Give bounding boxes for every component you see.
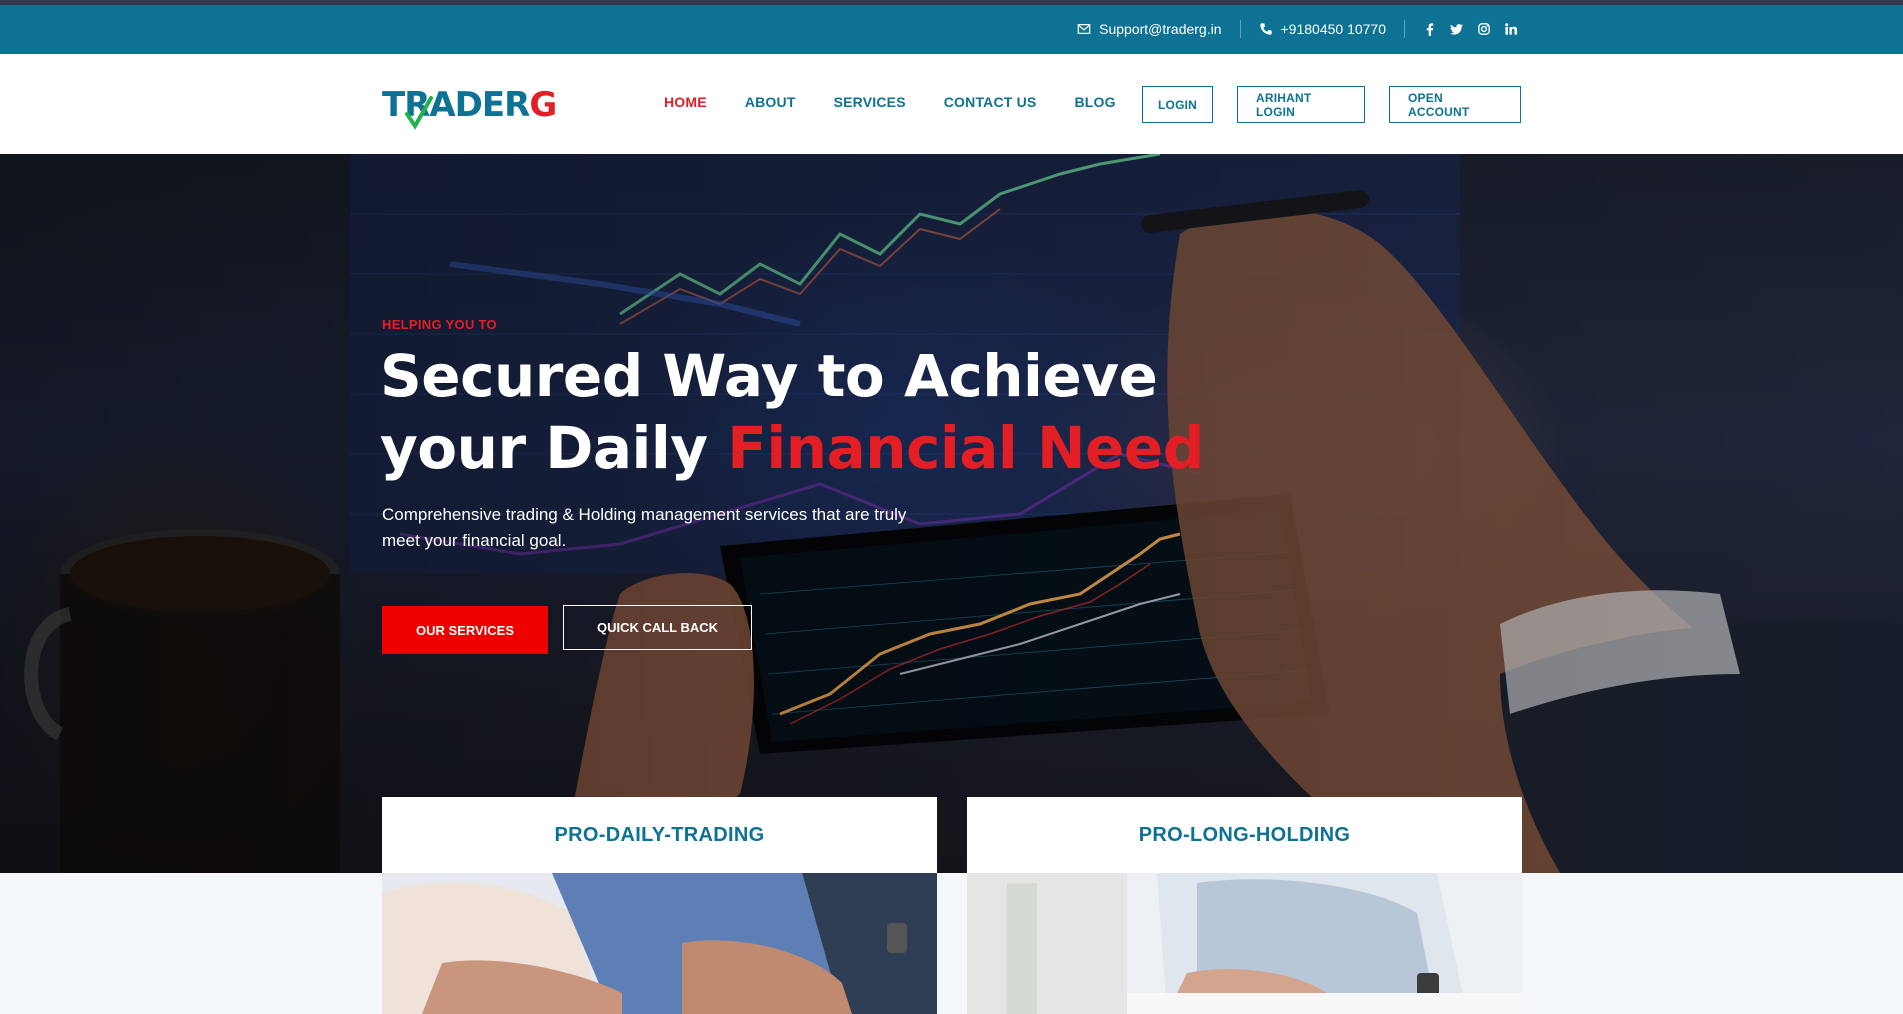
card-image (382, 873, 937, 1014)
card-image (967, 873, 1522, 1014)
our-services-button[interactable]: OUR SERVICES (382, 606, 548, 654)
envelope-icon (1077, 24, 1091, 34)
service-card-long-holding[interactable]: PRO-LONG-HOLDING (967, 797, 1522, 1014)
contact-info: Support@traderg.in +9180450 10770 (1077, 19, 1517, 39)
hero-eyebrow: HELPING YOU TO (382, 317, 497, 332)
logo-text-accent: G (529, 85, 557, 125)
login-button[interactable]: LOGIN (1142, 86, 1213, 123)
email-text: Support@traderg.in (1099, 21, 1222, 37)
hero-overlay (0, 154, 1903, 873)
nav-home[interactable]: HOME (664, 94, 707, 110)
headline-white-text: your Daily (380, 414, 728, 482)
social-links (1423, 22, 1517, 36)
headline-line-1: Secured Way to Achieve (380, 342, 1158, 410)
header-actions: LOGIN ARIHANT LOGIN OPEN ACCOUNT (1142, 86, 1521, 123)
quick-call-back-button[interactable]: QUICK CALL BACK (563, 605, 752, 650)
service-card-daily-trading[interactable]: PRO-DAILY-TRADING (382, 797, 937, 1014)
card-title: PRO-LONG-HOLDING (1138, 823, 1351, 846)
hero-section (0, 154, 1903, 873)
phone-text: +9180450 10770 (1280, 21, 1387, 37)
headline-highlight-text: Financial Need (727, 414, 1204, 482)
nav-blog[interactable]: BLOG (1074, 94, 1115, 110)
top-contact-bar: Support@traderg.in +9180450 10770 (0, 0, 1903, 54)
nav-about[interactable]: ABOUT (745, 94, 796, 110)
arihant-login-button[interactable]: ARIHANT LOGIN (1237, 86, 1365, 123)
email-link[interactable]: Support@traderg.in (1077, 21, 1222, 37)
card-title: PRO-DAILY-TRADING (554, 823, 765, 846)
open-account-button[interactable]: OPEN ACCOUNT (1389, 86, 1521, 123)
nav-contact-us[interactable]: CONTACT US (944, 94, 1037, 110)
nav-services[interactable]: SERVICES (834, 94, 906, 110)
logo-check-icon (405, 96, 433, 130)
twitter-icon[interactable] (1450, 22, 1463, 36)
headline-line-2: your Daily Financial Need (380, 412, 1280, 484)
main-nav: HOME ABOUT SERVICES CONTACT US BLOG (664, 94, 1116, 110)
phone-link[interactable]: +9180450 10770 (1259, 21, 1387, 37)
hero-subtext: Comprehensive trading & Holding manageme… (382, 505, 907, 550)
facebook-icon[interactable] (1423, 22, 1436, 36)
linkedin-icon[interactable] (1504, 22, 1517, 36)
divider (1239, 20, 1241, 38)
phone-icon (1259, 23, 1272, 35)
instagram-icon[interactable] (1477, 22, 1490, 36)
divider (1404, 20, 1405, 38)
hero-headline: Secured Way to Achieve your Daily Financ… (380, 340, 1280, 484)
